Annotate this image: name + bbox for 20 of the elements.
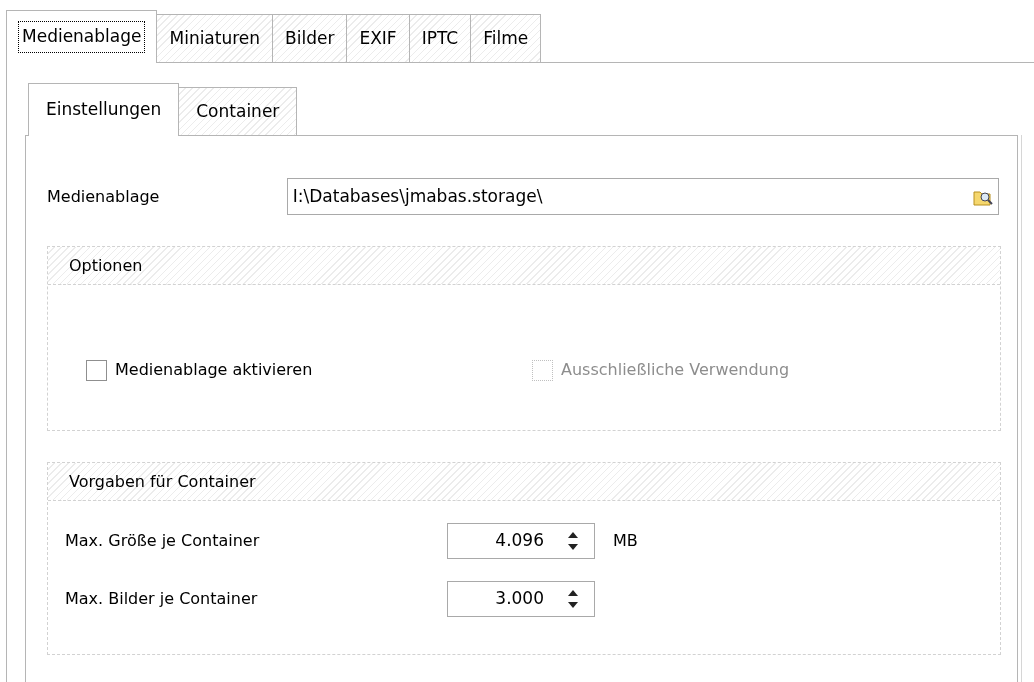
tab[interactable]: EXIF <box>346 14 410 62</box>
unit-label: MB <box>613 530 638 552</box>
tab[interactable]: Miniaturen <box>156 14 274 62</box>
group-header: Optionen <box>48 247 1000 285</box>
group-header: Vorgaben für Container <box>48 463 1000 501</box>
field-label: Max. Größe je Container <box>65 530 261 552</box>
tab[interactable]: Bilder <box>272 14 348 62</box>
tab[interactable]: Medienablage <box>6 10 158 63</box>
number-spinner[interactable]: 3.000 <box>447 581 595 617</box>
number-spinner[interactable]: 4.096 <box>447 523 595 559</box>
tab[interactable]: Einstellungen <box>28 83 180 136</box>
checkbox-label: Ausschließliche Verwendung <box>561 359 790 381</box>
field-label: Max. Bilder je Container <box>65 588 259 610</box>
field-label: Medienablage <box>47 185 161 208</box>
tab[interactable]: Container <box>178 87 298 135</box>
checkbox-label: Medienablage aktivieren <box>115 359 313 381</box>
tab[interactable]: IPTC <box>408 14 472 62</box>
path-field[interactable]: I:\Databases\jmabas.storage\ <box>286 178 999 215</box>
checkbox[interactable] <box>86 359 107 381</box>
tab[interactable]: Filme <box>470 14 542 62</box>
